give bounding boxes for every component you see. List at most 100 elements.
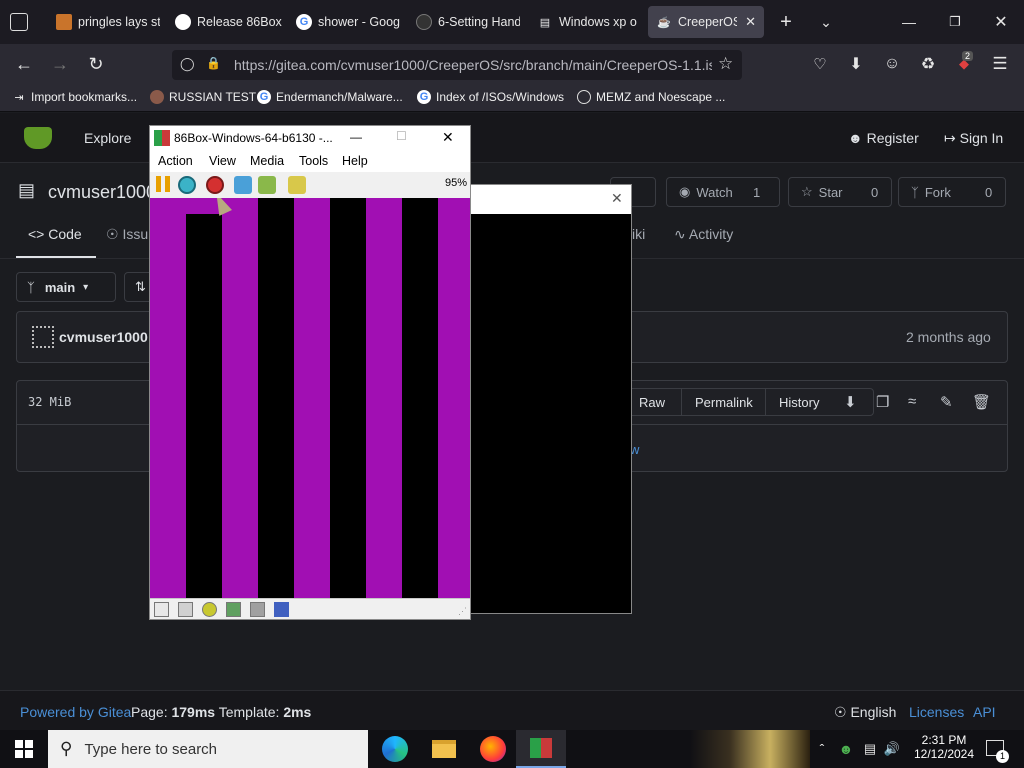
tab-release-86box[interactable]: Release 86Box: [175, 6, 285, 38]
user-tray-icon[interactable]: ☻: [838, 740, 854, 758]
star-button[interactable]: ☆ Star 0: [788, 177, 892, 207]
tab-activity[interactable]: ∿ Activity: [674, 226, 733, 243]
minimize-icon[interactable]: —: [900, 12, 918, 32]
copy-icon[interactable]: ❐: [876, 393, 889, 411]
tab-issues[interactable]: ☉ Issu: [106, 226, 148, 243]
ctrl-alt-del-icon[interactable]: [234, 176, 252, 194]
tab-list-icon[interactable]: [10, 13, 28, 31]
hard-disk-icon[interactable]: [226, 602, 241, 617]
reload-icon[interactable]: ↻: [86, 54, 106, 74]
86box-screen[interactable]: [150, 198, 470, 598]
tab-wiki[interactable]: iki: [632, 226, 645, 242]
tab-shower-google[interactable]: G shower - Goog: [296, 6, 400, 38]
url-text[interactable]: https://gitea.com/cvmuser1000/CreeperOS/…: [234, 57, 712, 73]
close-tab-icon[interactable]: ✕: [745, 14, 756, 30]
sound-icon[interactable]: [274, 602, 289, 617]
pause-icon[interactable]: [156, 176, 170, 192]
edge-icon[interactable]: [382, 736, 408, 762]
menu-tools[interactable]: Tools: [299, 154, 328, 168]
nav-explore[interactable]: Explore: [84, 130, 131, 146]
floppy-2-icon[interactable]: [178, 602, 193, 617]
firefox-icon[interactable]: [480, 736, 506, 762]
close-icon[interactable]: ✕: [611, 190, 623, 207]
watch-button[interactable]: ◉ Watch 1: [666, 177, 780, 207]
url-bar[interactable]: ◯ 🔒 https://gitea.com/cvmuser1000/Creepe…: [172, 50, 742, 80]
chevron-down-icon[interactable]: ⌄: [816, 12, 836, 32]
api-link[interactable]: API: [973, 704, 996, 720]
network-icon[interactable]: [250, 602, 265, 617]
menu-help[interactable]: Help: [342, 154, 368, 168]
new-tab-icon[interactable]: +: [776, 11, 796, 33]
back-icon[interactable]: ←: [14, 54, 34, 74]
pocket-icon[interactable]: ♡: [810, 54, 830, 74]
tab-creeperos[interactable]: ☕ CreeperOS/ ✕: [648, 6, 764, 38]
raw-button[interactable]: Raw: [639, 395, 665, 410]
repo-owner-link[interactable]: cvmuser1000: [48, 182, 156, 203]
tab-pringles[interactable]: pringles lays st: [56, 6, 160, 38]
branch-name: main: [44, 279, 76, 295]
86box-app-icon: [154, 130, 170, 146]
menu-media[interactable]: Media: [250, 154, 284, 168]
display-window-titlebar[interactable]: ✕: [471, 185, 631, 214]
licenses-link[interactable]: Licenses: [909, 704, 964, 720]
minimize-icon[interactable]: —: [350, 130, 362, 144]
powered-by-link[interactable]: Powered by Gitea: [20, 704, 131, 720]
download-icon[interactable]: ⬇: [846, 54, 866, 74]
taskbar-search[interactable]: ⚲ Type here to search: [48, 730, 368, 768]
86box-titlebar[interactable]: 86Box-Windows-64-b6130 -... — ☐ ✕: [150, 126, 470, 150]
maximize-icon[interactable]: ☐: [396, 129, 407, 143]
tab-code[interactable]: <> Code: [28, 226, 82, 242]
power-icon[interactable]: [206, 176, 224, 194]
avatar[interactable]: [32, 326, 54, 348]
edit-icon[interactable]: ✎: [940, 393, 953, 411]
history-button[interactable]: History: [779, 395, 819, 410]
account-icon[interactable]: ☺: [882, 54, 902, 74]
star-label: Star: [818, 184, 843, 200]
forward-icon[interactable]: →: [50, 54, 70, 74]
restore-icon[interactable]: ❐: [946, 12, 964, 32]
delete-icon[interactable]: 🗑: [972, 393, 991, 411]
resize-grip-icon[interactable]: ⋰: [458, 606, 467, 617]
bookmark-index-isos[interactable]: G Index of /ISOs/Windows: [417, 90, 564, 104]
volume-icon[interactable]: 🔊: [884, 740, 900, 758]
branch-selector[interactable]: ᛉ main ▾: [16, 272, 116, 302]
86box-window[interactable]: 86Box-Windows-64-b6130 -... — ☐ ✕ Action…: [149, 125, 471, 620]
cdrom-icon[interactable]: [202, 602, 217, 617]
search-placeholder: Type here to search: [84, 740, 218, 758]
menu-view[interactable]: View: [209, 154, 236, 168]
bookmark-endermanch[interactable]: G Endermanch/Malware...: [257, 90, 403, 104]
reset-icon[interactable]: [178, 176, 196, 194]
extensions-icon[interactable]: ♻: [918, 54, 938, 74]
rss-icon[interactable]: ≈: [908, 393, 916, 410]
nav-register[interactable]: ☻ Register: [848, 130, 919, 146]
tab-label: shower - Goog: [318, 15, 400, 29]
bookmark-memz[interactable]: MEMZ and Noescape ...: [577, 90, 725, 104]
menu-icon[interactable]: ☰: [990, 54, 1010, 74]
chevron-up-icon[interactable]: ˆ: [814, 740, 830, 758]
commit-author[interactable]: cvmuser1000: [59, 329, 148, 345]
86box-taskbar-button[interactable]: [516, 730, 566, 768]
permalink-button[interactable]: Permalink: [695, 395, 753, 410]
language-selector[interactable]: ☉ English: [834, 704, 896, 721]
close-icon[interactable]: ✕: [442, 129, 454, 146]
menu-action[interactable]: Action: [158, 154, 193, 168]
clock[interactable]: 2:31 PM 12/12/2024: [912, 733, 976, 761]
ctrl-alt-esc-icon[interactable]: [258, 176, 276, 194]
gitea-logo-icon[interactable]: [24, 127, 52, 149]
fork-button[interactable]: ᛉ Fork 0: [898, 177, 1006, 207]
window-close-icon[interactable]: ✕: [992, 12, 1010, 32]
file-explorer-icon[interactable]: [432, 740, 456, 758]
shield-icon[interactable]: ◯: [180, 56, 195, 72]
nav-sign-in[interactable]: ↦ Sign In: [944, 130, 1003, 147]
bookmark-russian-test[interactable]: RUSSIAN TEST: [150, 90, 256, 104]
tab-windows-xp[interactable]: ▤ Windows xp o: [537, 6, 637, 38]
emulator-display-window[interactable]: ✕: [470, 184, 632, 614]
tab-setting-hand[interactable]: 6-Setting Hand: [416, 6, 520, 38]
settings-icon[interactable]: [288, 176, 306, 194]
star-bookmark-icon[interactable]: ☆: [718, 54, 733, 74]
floppy-icon[interactable]: [154, 602, 169, 617]
network-tray-icon[interactable]: ▤: [862, 740, 878, 758]
windows-start-icon[interactable]: [15, 740, 33, 758]
download-file-icon[interactable]: ⬇: [844, 393, 857, 411]
bookmark-import[interactable]: ⇥ Import bookmarks...: [12, 90, 137, 104]
